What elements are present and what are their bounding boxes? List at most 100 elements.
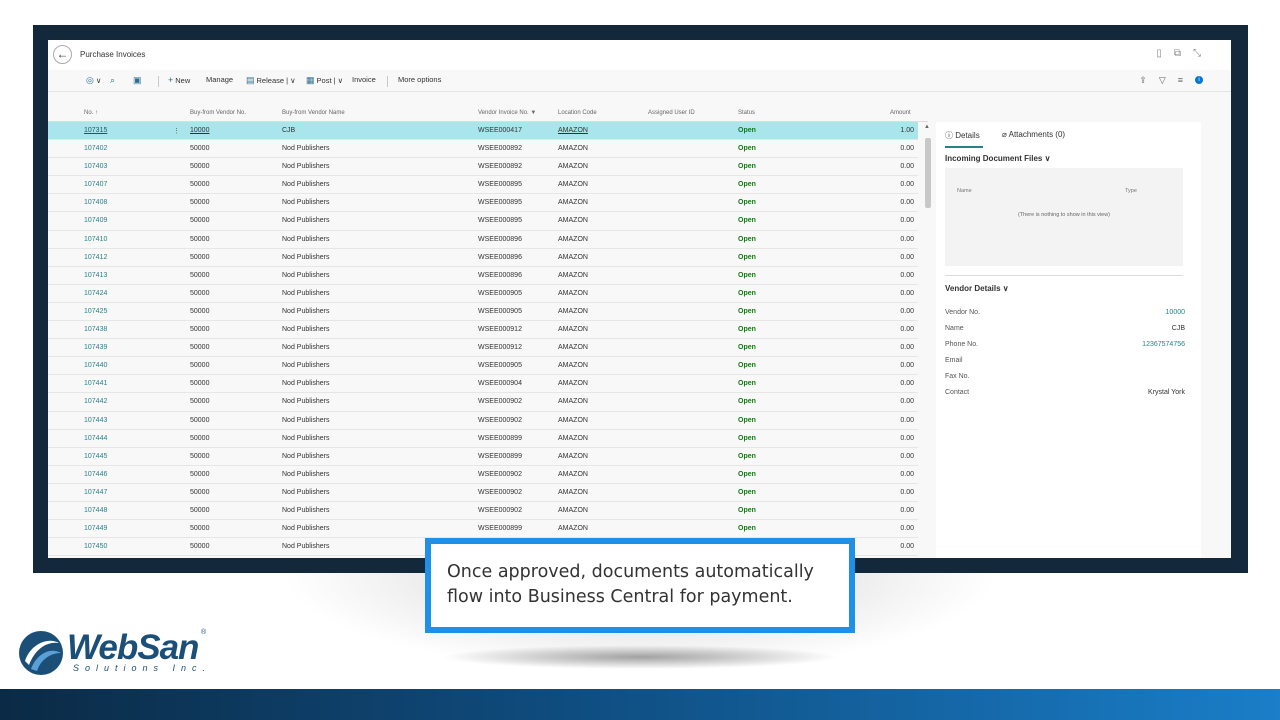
table-row[interactable]: 107444 50000 Nod Publishers WSEE000899 AMAZO…	[48, 430, 918, 448]
new-button[interactable]: + New	[168, 75, 190, 85]
vendor-details-title: Vendor Details	[945, 284, 1001, 293]
cell-no[interactable]: 107412	[84, 254, 107, 261]
cell-status: Open	[738, 199, 756, 207]
post-button[interactable]: ▦ Post | ∨	[306, 75, 343, 86]
scroll-thumb[interactable]	[925, 138, 931, 208]
release-button[interactable]: ▤ Release | ∨	[246, 75, 296, 86]
table-row[interactable]: 107448 50000 Nod Publishers WSEE000902 AMAZO…	[48, 502, 918, 521]
cell-status: Open	[738, 217, 756, 225]
cell-no[interactable]: 107448	[84, 507, 107, 514]
col-vendor-name[interactable]: Buy-from Vendor Name	[282, 110, 345, 116]
scroll-up-icon[interactable]: ▲	[924, 124, 930, 130]
tab-attachments[interactable]: ⌀ Attachments (0)	[1002, 130, 1065, 139]
table-row[interactable]: 107442 50000 Nod Publishers WSEE000902 AMAZO…	[48, 393, 918, 412]
cell-no[interactable]: 107444	[84, 435, 107, 442]
incoming-docs-header[interactable]: Incoming Document Files ∨	[945, 154, 1050, 163]
cell-no[interactable]: 107403	[84, 163, 107, 170]
cell-no[interactable]: 107439	[84, 344, 107, 351]
col-vendor-no[interactable]: Buy-from Vendor No.	[190, 110, 246, 116]
filter-icon[interactable]: ▽	[1159, 75, 1166, 86]
cell-no[interactable]: 107424	[84, 290, 107, 297]
scrollbar[interactable]: ▲	[924, 124, 932, 558]
cell-vendor-invoice: WSEE000899	[478, 525, 522, 533]
cell-no[interactable]: 107440	[84, 362, 107, 369]
cell-status: Open	[738, 452, 756, 460]
phone-value[interactable]: 12367574756	[1142, 341, 1185, 348]
table-row[interactable]: 107443 50000 Nod Publishers WSEE000902 AMAZO…	[48, 412, 918, 430]
table-row[interactable]: 107403 50000 Nod Publishers WSEE000892 AMAZO…	[48, 158, 918, 177]
cell-amount: 0.00	[900, 362, 914, 370]
col-amount[interactable]: Amount	[890, 110, 911, 116]
table-row[interactable]: 107445 50000 Nod Publishers WSEE000899 AMAZO…	[48, 448, 918, 466]
table-row[interactable]: 107402 50000 Nod Publishers WSEE000892 AMAZO…	[48, 140, 918, 159]
table-row[interactable]: 107425 50000 Nod Publishers WSEE000905 AMAZO…	[48, 303, 918, 322]
table-row[interactable]: 107447 50000 Nod Publishers WSEE000902 AMAZO…	[48, 484, 918, 502]
vendor-no-value[interactable]: 10000	[1166, 309, 1185, 316]
cell-no[interactable]: 107441	[84, 380, 107, 387]
table-row[interactable]: 107410 50000 Nod Publishers WSEE000896 AMAZO…	[48, 231, 918, 249]
slide: ← Purchase Invoices ▯ ⧉ ⤡ ◎ ∨ ⌕ ▣ + New Ma…	[0, 0, 1280, 720]
cell-location: AMAZON	[558, 217, 588, 225]
name-value: CJB	[1171, 325, 1185, 332]
tab-details[interactable]: ⓘ Details	[945, 130, 980, 141]
table-row[interactable]: 107441 50000 Nod Publishers WSEE000904 AMAZO…	[48, 375, 918, 394]
cell-vendor-invoice: WSEE000912	[478, 326, 522, 334]
cell-no[interactable]: 107407	[84, 181, 107, 188]
col-assigned-user[interactable]: Assigned User ID	[648, 110, 695, 116]
table-row[interactable]: 107440 50000 Nod Publishers WSEE000905 AMAZO…	[48, 357, 918, 376]
info-icon[interactable]: i	[1195, 76, 1203, 84]
edit-list-icon[interactable]: ▣	[133, 75, 144, 86]
cell-no[interactable]: 107442	[84, 398, 107, 405]
cell-vendor-no: 50000	[190, 470, 210, 478]
cell-no[interactable]: 107449	[84, 525, 107, 532]
open-new-window-icon[interactable]: ⧉	[1174, 48, 1181, 59]
cell-no[interactable]: 107425	[84, 308, 107, 315]
table-row[interactable]: 107408 50000 Nod Publishers WSEE000895 AMAZO…	[48, 194, 918, 213]
col-vendor-invoice[interactable]: Vendor Invoice No. ▼	[478, 110, 536, 116]
list-icon[interactable]: ≡	[1178, 75, 1183, 86]
row-menu-icon[interactable]: ⋮	[173, 127, 180, 135]
bookmark-icon[interactable]: ▯	[1156, 48, 1162, 59]
cell-no[interactable]: 107410	[84, 236, 107, 243]
cell-no[interactable]: 107409	[84, 217, 107, 224]
col-doc-name: Name	[957, 188, 972, 194]
cell-status: Open	[738, 506, 756, 514]
more-options-button[interactable]: More options	[398, 75, 441, 84]
vendor-details-header[interactable]: Vendor Details ∨	[945, 284, 1009, 293]
cell-amount: 0.00	[900, 488, 914, 496]
col-status[interactable]: Status	[738, 110, 755, 116]
table-row[interactable]: 107407 50000 Nod Publishers WSEE000895 AMAZO…	[48, 176, 918, 195]
table-row[interactable]: 107446 50000 Nod Publishers WSEE000902 AMAZO…	[48, 466, 918, 484]
views-icon[interactable]: ◎ ∨	[86, 75, 101, 86]
table-row[interactable]: 107438 50000 Nod Publishers WSEE000912 AMAZO…	[48, 321, 918, 340]
cell-no[interactable]: 107447	[84, 489, 107, 496]
manage-button[interactable]: Manage	[206, 75, 233, 84]
cell-no[interactable]: 107408	[84, 199, 107, 206]
share-icon[interactable]: ⇪	[1139, 75, 1147, 86]
table-row[interactable]: 107439 50000 Nod Publishers WSEE000912 AMAZO…	[48, 339, 918, 358]
cell-no[interactable]: 107402	[84, 145, 107, 152]
table-row[interactable]: 107424 50000 Nod Publishers WSEE000905 AMAZO…	[48, 285, 918, 303]
invoice-button[interactable]: Invoice	[352, 75, 376, 84]
back-arrow-icon[interactable]: ←	[53, 45, 72, 64]
table-row[interactable]: 107409 50000 Nod Publishers WSEE000895 AMAZO…	[48, 212, 918, 231]
table-row[interactable]: 107413 50000 Nod Publishers WSEE000896 AMAZO…	[48, 267, 918, 285]
col-location[interactable]: Location Code	[558, 110, 597, 116]
factbox-pane: ⓘ Details ⌀ Attachments (0) Incoming Doc…	[936, 122, 1201, 558]
collapse-icon[interactable]: ⤡	[1193, 48, 1201, 59]
search-icon[interactable]: ⌕	[110, 75, 117, 86]
table-row[interactable]: 107412 50000 Nod Publishers WSEE000896 AMAZO…	[48, 249, 918, 267]
table-row[interactable]: 107315 10000 CJB WSEE000417 AMAZON Open 1.00 ⋮	[48, 122, 918, 141]
cell-no[interactable]: 107315	[84, 127, 107, 134]
cell-no[interactable]: 107450	[84, 543, 107, 550]
cell-no[interactable]: 107438	[84, 326, 107, 333]
cell-no[interactable]: 107443	[84, 417, 107, 424]
col-no[interactable]: No. ↑	[84, 110, 98, 116]
email-label: Email	[945, 357, 963, 364]
cell-no[interactable]: 107445	[84, 453, 107, 460]
cell-no[interactable]: 107446	[84, 471, 107, 478]
table-row[interactable]: 107449 50000 Nod Publishers WSEE000899 AMAZO…	[48, 520, 918, 539]
action-bar-right: ⇪ ▽ ≡ i	[1139, 75, 1203, 86]
cell-no[interactable]: 107413	[84, 272, 107, 279]
cell-vendor-no: 50000	[190, 271, 210, 279]
